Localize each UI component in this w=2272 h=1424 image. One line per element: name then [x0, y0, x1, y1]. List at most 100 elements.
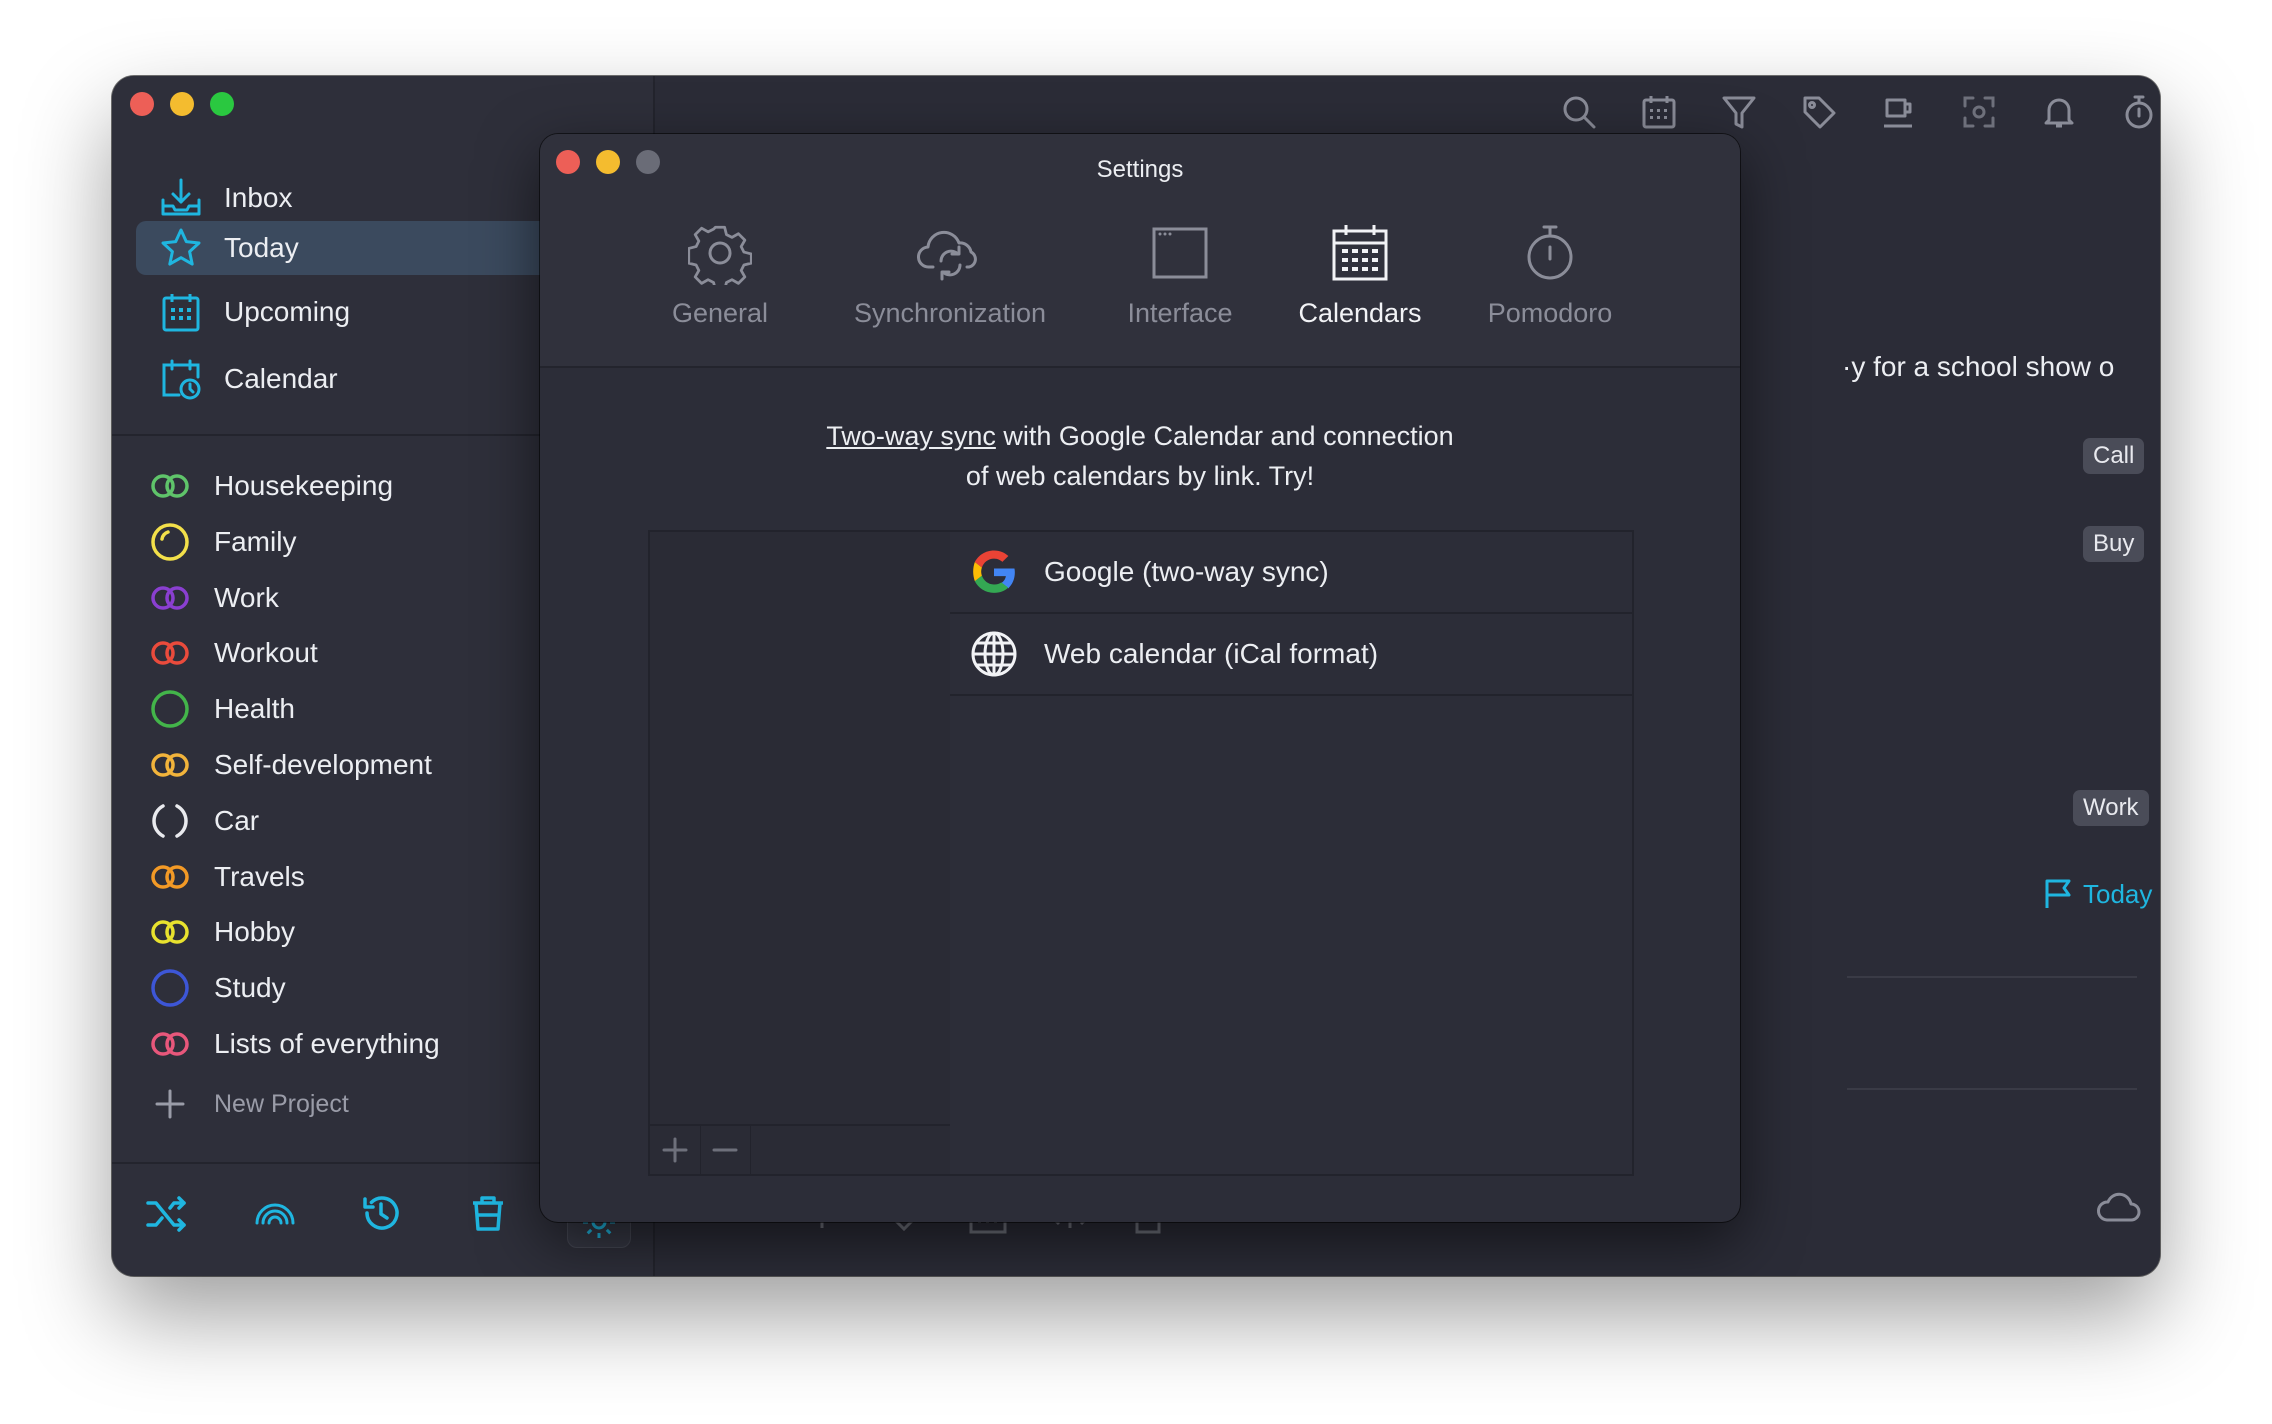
new-project-label: New Project: [214, 1089, 349, 1118]
sidebar-item-project[interactable]: Hobby: [148, 907, 295, 957]
project-ring-icon: [148, 520, 192, 564]
flag-icon: [2043, 878, 2073, 910]
tab-general[interactable]: General: [650, 214, 790, 329]
add-calendar-button[interactable]: [650, 1126, 701, 1174]
project-label: Self-development: [214, 749, 432, 780]
calendar-grid-icon[interactable]: [1637, 90, 1681, 134]
sidebar-item-label: Upcoming: [224, 296, 351, 327]
globe-icon: [968, 628, 1020, 680]
search-icon[interactable]: [1557, 90, 1601, 134]
web-calendar-option[interactable]: Web calendar (iCal format): [950, 614, 1632, 696]
tab-synchronization[interactable]: Synchronization: [830, 214, 1070, 329]
project-label: Health: [214, 693, 295, 725]
project-label: Study: [214, 972, 286, 1004]
sidebar-item-project[interactable]: Study: [148, 963, 286, 1013]
sidebar-item-project[interactable]: Self-development: [148, 740, 432, 790]
sidebar-item-project[interactable]: Family: [148, 517, 296, 567]
project-ring-icon: [148, 966, 192, 1010]
calendar-list[interactable]: [648, 530, 954, 1176]
tab-label: Pomodoro: [1487, 298, 1613, 328]
project-ring-icon: [148, 576, 192, 620]
sidebar-item-label: Inbox: [224, 182, 293, 213]
today-label: Today: [2083, 878, 2153, 909]
gear-icon: [650, 214, 790, 292]
project-label: Travels: [214, 860, 305, 892]
settings-dialog: Settings General Synchronization Interfa…: [540, 134, 1740, 1222]
tag-icon[interactable]: [1797, 90, 1841, 134]
plus-icon: [148, 1082, 192, 1126]
project-ring-icon: [148, 631, 192, 675]
remove-calendar-button[interactable]: [700, 1126, 751, 1174]
project-label: Family: [214, 525, 297, 557]
project-label: Work: [214, 581, 279, 613]
project-ring-icon: [148, 464, 192, 508]
calendar-source-panel: Google (two-way sync) Web calendar (iCal…: [950, 530, 1634, 1176]
task-divider: [1847, 1088, 2137, 1090]
calendar-clock-icon: [158, 356, 204, 402]
promo-line2: of web calendars by link. Try!: [965, 461, 1315, 491]
trash-icon[interactable]: [463, 1188, 513, 1238]
sidebar-item-project[interactable]: Travels: [148, 852, 305, 902]
today-due-label[interactable]: Today: [2043, 878, 2152, 910]
status-badge: Buy: [2083, 526, 2145, 562]
sidebar-item-label: Calendar: [224, 363, 338, 394]
two-way-sync-link[interactable]: Two-way sync: [826, 421, 996, 451]
tab-pomodoro[interactable]: Pomodoro: [1460, 214, 1640, 329]
stopwatch-icon[interactable]: [2117, 90, 2160, 134]
status-badge: Work: [2073, 790, 2149, 826]
calendar-grid-icon: [158, 289, 204, 335]
google-calendar-option[interactable]: Google (two-way sync): [950, 532, 1632, 614]
google-icon: [968, 546, 1020, 598]
window-icon: [1100, 214, 1260, 292]
task-snippet[interactable]: ·y for a school show o: [1842, 351, 2114, 383]
sidebar-item-project[interactable]: Workout: [148, 628, 318, 678]
project-label: Car: [214, 804, 260, 836]
tab-label: Interface: [1127, 298, 1233, 328]
sidebar-item-project[interactable]: Housekeeping: [148, 461, 393, 511]
project-label: Lists of everything: [214, 1028, 440, 1059]
tab-calendars[interactable]: Calendars: [1280, 214, 1440, 329]
sidebar-item-project[interactable]: Lists of everything: [148, 1019, 440, 1069]
filter-icon[interactable]: [1717, 90, 1761, 134]
promo-line1: with Google Calendar and connection: [995, 421, 1454, 451]
project-ring-icon: [148, 910, 192, 954]
history-icon[interactable]: [356, 1188, 406, 1238]
shuffle-icon[interactable]: [142, 1188, 192, 1238]
dialog-title: Settings: [1096, 156, 1184, 183]
project-ring-icon: [148, 855, 192, 899]
sidebar-item-label: Today: [224, 232, 299, 263]
web-calendar-label: Web calendar (iCal format): [1044, 638, 1379, 669]
project-ring-icon: [148, 1022, 192, 1066]
project-ring-icon: [148, 687, 192, 731]
sidebar-item-project[interactable]: Car: [148, 796, 259, 846]
cloud-icon[interactable]: [2095, 1188, 2141, 1233]
window-zoom-button[interactable]: [210, 92, 234, 116]
tab-label: General: [671, 298, 769, 328]
list-footer: [650, 1124, 952, 1174]
cloud-sync-icon: [830, 214, 1070, 292]
app-window: Inbox Today Upcoming Calendar Housekeepi…: [112, 76, 2160, 1276]
project-label: Hobby: [214, 916, 295, 948]
project-label: Housekeeping: [214, 470, 394, 501]
tab-interface[interactable]: Interface: [1100, 214, 1260, 329]
coffee-icon[interactable]: [1877, 90, 1921, 134]
sync-promo-text: Two-way sync with Google Calendar and co…: [540, 416, 1740, 496]
project-ring-icon: [148, 743, 192, 787]
stopwatch-icon: [1460, 214, 1640, 292]
calendar-icon: [1280, 214, 1440, 292]
sidebar-item-project[interactable]: Work: [148, 573, 279, 623]
sidebar-item-project[interactable]: Health: [148, 684, 295, 734]
inbox-icon: [158, 175, 204, 221]
window-minimize-button[interactable]: [170, 92, 194, 116]
window-close-button[interactable]: [130, 92, 154, 116]
focus-icon[interactable]: [1957, 90, 2001, 134]
project-ring-icon: [148, 799, 192, 843]
rainbow-icon[interactable]: [250, 1188, 300, 1238]
settings-header: Settings General Synchronization Interfa…: [540, 134, 1740, 368]
google-calendar-label: Google (two-way sync): [1044, 556, 1329, 587]
new-project-button[interactable]: New Project: [148, 1079, 349, 1129]
project-label: Workout: [214, 637, 318, 669]
task-divider: [1847, 976, 2137, 978]
tab-label: Calendars: [1298, 298, 1422, 328]
bell-icon[interactable]: [2037, 90, 2081, 134]
